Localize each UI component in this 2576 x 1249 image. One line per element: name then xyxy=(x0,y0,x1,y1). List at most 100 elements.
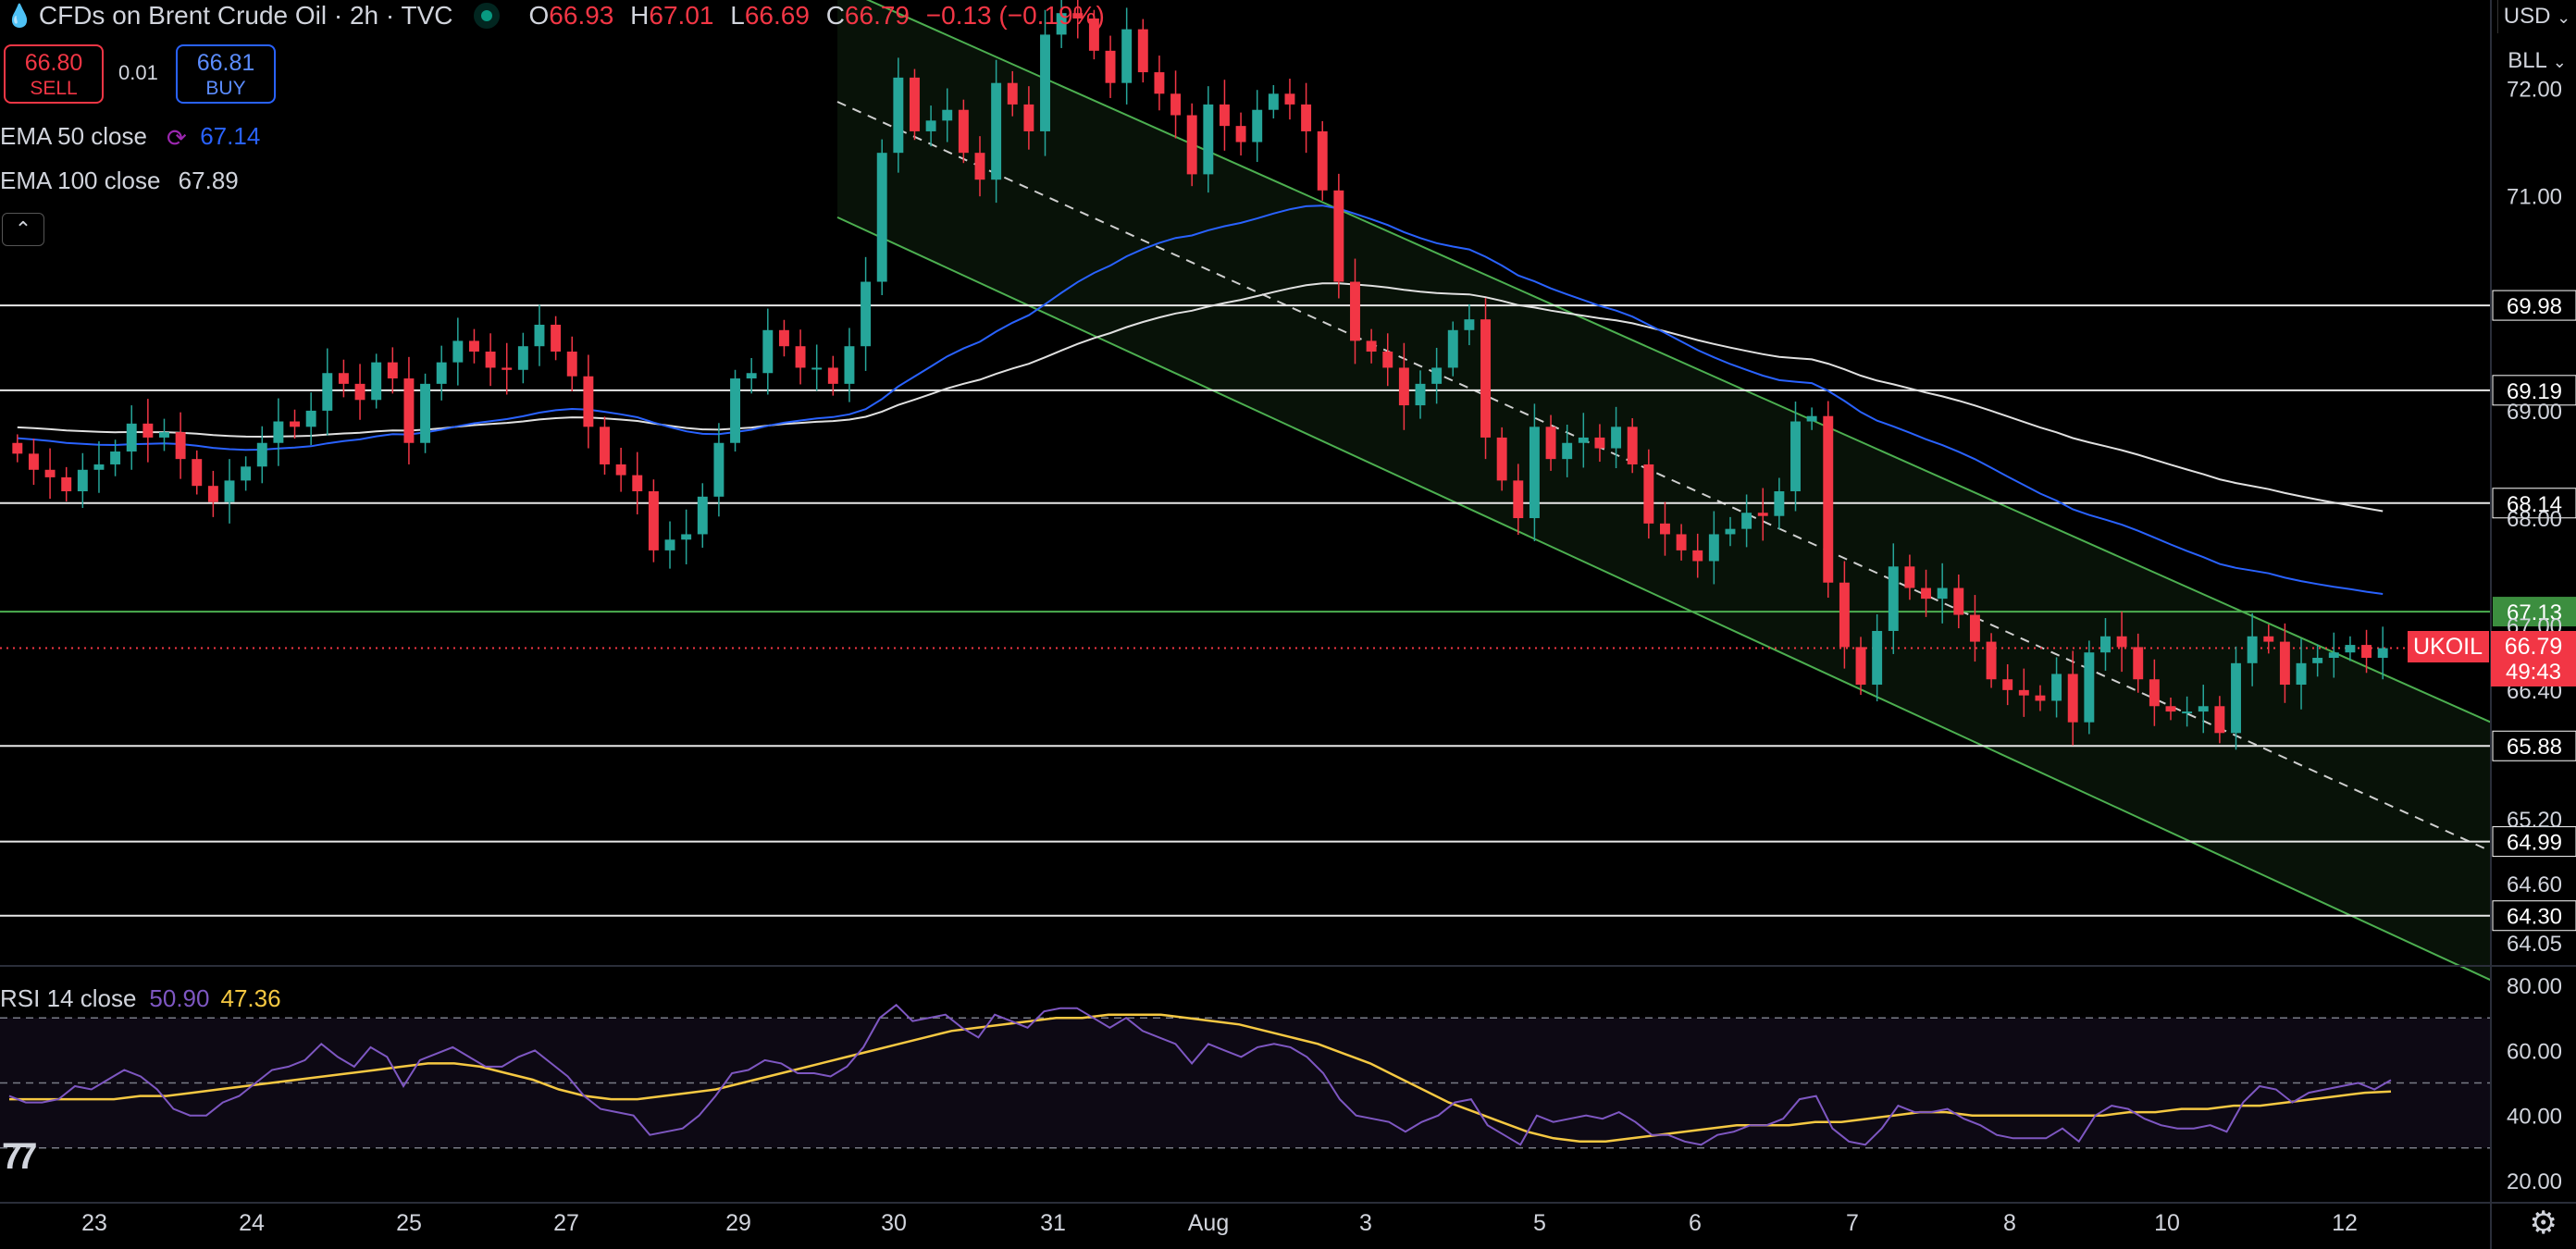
candle-body xyxy=(2018,689,2029,696)
candle-body xyxy=(403,378,415,443)
time-tick-label: 6 xyxy=(1689,1210,1702,1236)
price-tick-label: 72.00 xyxy=(2507,77,2562,102)
ema50-legend[interactable]: EMA 50 close ⟳ 67.14 xyxy=(0,122,261,152)
candle-body xyxy=(942,109,953,121)
time-tick-label: 25 xyxy=(396,1210,422,1236)
rsi-value: 50.90 xyxy=(149,984,210,1012)
candle-body xyxy=(2361,645,2372,659)
sell-label: SELL xyxy=(30,78,78,99)
candle-body xyxy=(2002,679,2013,690)
candle-body xyxy=(974,153,985,180)
candle-body xyxy=(2296,662,2307,686)
candle-body xyxy=(2312,658,2323,663)
candle-body xyxy=(1186,115,1197,175)
candle-body xyxy=(192,459,203,487)
ema100-legend[interactable]: EMA 100 close 67.89 xyxy=(0,167,239,195)
candle-body xyxy=(1137,29,1148,73)
sell-button[interactable]: 66.80 SELL xyxy=(4,44,104,104)
account-selector[interactable]: BLL ⌄ xyxy=(2498,44,2576,78)
candle-body xyxy=(1643,464,1654,524)
channel-fill xyxy=(837,0,2491,981)
candle-body xyxy=(1806,415,1817,422)
chart-header: 💧 CFDs on Brent Crude Oil · 2h · TVC O66… xyxy=(0,0,1114,31)
symbol-title[interactable]: CFDs on Brent Crude Oil · 2h · TVC xyxy=(39,1,453,31)
candle-body xyxy=(1366,340,1377,352)
candle-body xyxy=(1007,82,1018,105)
candle-body xyxy=(566,352,577,377)
time-tick-label: 5 xyxy=(1533,1210,1546,1236)
candle-body xyxy=(1268,93,1279,110)
candle-body xyxy=(1757,513,1768,516)
ohlc-values: O66.93 H67.01 L66.69 C66.79 −0.13 (−0.19… xyxy=(529,1,1114,31)
candle-body xyxy=(28,453,39,470)
candle-body xyxy=(1121,29,1133,83)
gear-icon[interactable]: ⚙ xyxy=(2530,1205,2557,1242)
candle-body xyxy=(338,373,349,384)
open-value: 66.93 xyxy=(549,1,614,30)
candle-body xyxy=(2279,641,2290,686)
candle-body xyxy=(175,432,186,460)
ticker-tag: UKOIL xyxy=(2408,631,2489,662)
candle-body xyxy=(142,423,154,438)
candle-body xyxy=(2247,636,2258,663)
candle-body xyxy=(632,475,643,491)
tradingview-logo-icon[interactable]: 77 xyxy=(2,1136,37,1178)
open-key: O xyxy=(528,1,550,30)
candle-body xyxy=(436,362,447,384)
chart-canvas[interactable]: 69.9869.1968.1467.1365.8864.9964.3072.00… xyxy=(0,0,2576,1249)
candle-body xyxy=(1529,427,1540,519)
candle-body xyxy=(2100,636,2111,653)
candle-body xyxy=(2067,674,2078,723)
candle-body xyxy=(1464,319,1475,330)
candle-body xyxy=(2182,711,2193,714)
time-tick-label: 29 xyxy=(725,1210,751,1236)
candle-body xyxy=(697,496,708,535)
change-value: −0.13 (−0.19%) xyxy=(925,1,1105,30)
candle-body xyxy=(2214,706,2225,734)
candle-body xyxy=(305,410,316,427)
candle-body xyxy=(762,329,774,374)
candle-body xyxy=(93,464,105,470)
ema50-label: EMA 50 close xyxy=(0,122,147,150)
time-tick-label: 24 xyxy=(239,1210,265,1236)
candle-body xyxy=(224,480,235,502)
rsi-legend[interactable]: RSI 14 close 50.90 47.36 xyxy=(0,984,281,1013)
candle-body xyxy=(1040,34,1050,131)
candle-body xyxy=(615,464,626,476)
candle-body xyxy=(730,378,741,443)
high-value: 67.01 xyxy=(649,1,714,30)
chevron-up-icon[interactable]: ⌃ xyxy=(2,213,44,246)
price-tick-label: 68.00 xyxy=(2507,507,2562,532)
chevron-down-icon: ⌄ xyxy=(2557,8,2571,27)
currency-label: USD xyxy=(2503,4,2551,29)
candle-body xyxy=(207,486,218,502)
high-key: H xyxy=(630,1,650,30)
time-tick-label: 3 xyxy=(1359,1210,1372,1236)
candle-body xyxy=(600,427,610,464)
candle-body xyxy=(1513,480,1524,519)
buy-price: 66.81 xyxy=(196,50,255,76)
candle-body xyxy=(1774,491,1785,516)
spread-value: 0.01 xyxy=(118,61,158,84)
time-tick-label: 27 xyxy=(553,1210,579,1236)
candle-body xyxy=(2345,645,2356,653)
time-tick-label: 12 xyxy=(2332,1210,2358,1236)
candle-body xyxy=(1823,415,1834,583)
ema100-label: EMA 100 close xyxy=(0,167,161,194)
candle-body xyxy=(1627,427,1638,464)
candle-body xyxy=(1839,582,1850,648)
price-tick-label: 71.00 xyxy=(2507,185,2562,210)
candle-body xyxy=(1594,437,1605,449)
buy-button[interactable]: 66.81 BUY xyxy=(176,44,276,104)
candle-body xyxy=(1447,329,1458,368)
currency-selector[interactable]: USD ⌄ xyxy=(2497,0,2576,33)
candle-body xyxy=(1969,614,1980,642)
candle-body xyxy=(2377,648,2388,659)
low-value: 66.69 xyxy=(744,1,810,30)
ema50-value: 67.14 xyxy=(200,122,261,150)
price-tick-label: 65.20 xyxy=(2507,808,2562,833)
level-tag-label: 64.99 xyxy=(2507,831,2562,856)
candle-body xyxy=(1725,528,1736,535)
candle-body xyxy=(77,469,88,491)
price-tick-label: 64.60 xyxy=(2507,872,2562,897)
